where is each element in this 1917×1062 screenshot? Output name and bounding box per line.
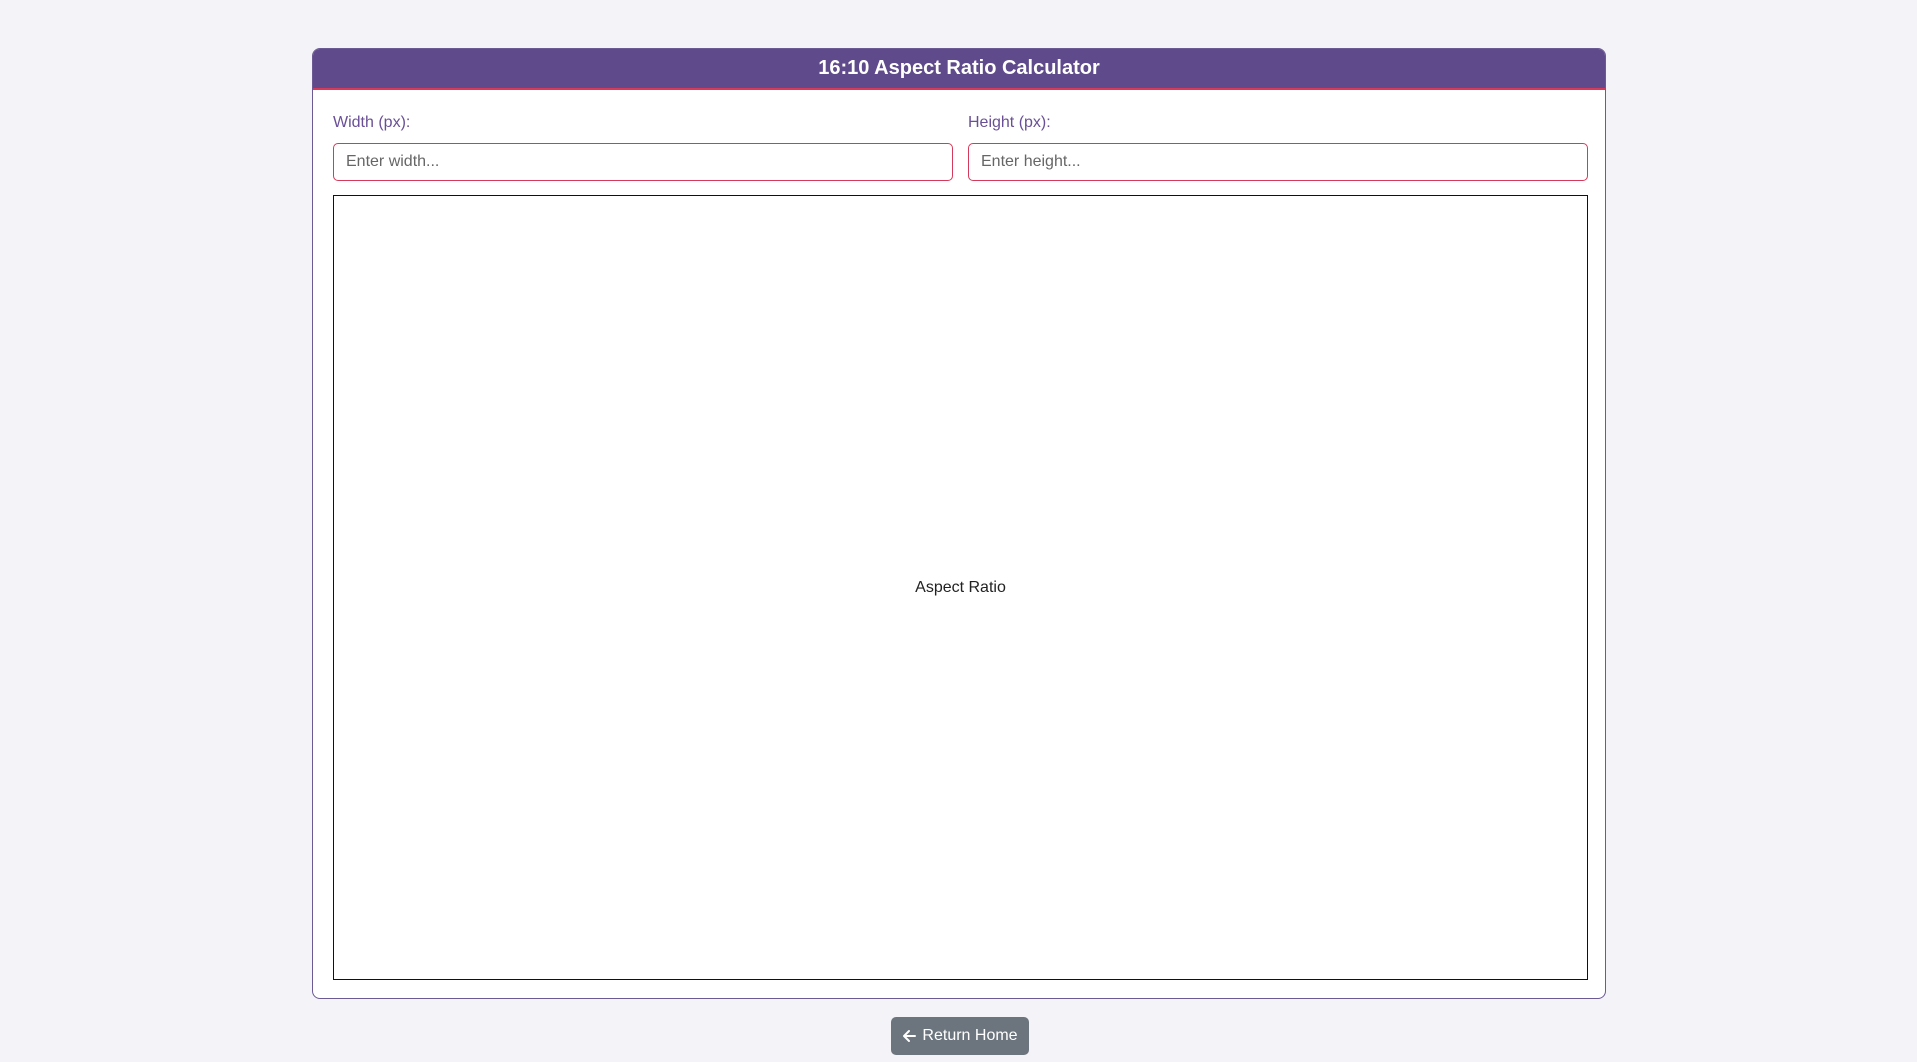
width-field-group: Width (px):	[333, 113, 953, 181]
return-home-button[interactable]: Return Home	[891, 1017, 1029, 1055]
card-header: 16:10 Aspect Ratio Calculator	[313, 49, 1605, 90]
aspect-ratio-preview: Aspect Ratio	[333, 195, 1588, 980]
height-label: Height (px):	[968, 114, 1051, 131]
height-field-group: Height (px):	[968, 113, 1588, 181]
width-input[interactable]	[333, 143, 953, 181]
page-title: 16:10 Aspect Ratio Calculator	[818, 57, 1100, 79]
calculator-card: 16:10 Aspect Ratio Calculator Width (px)…	[312, 48, 1606, 999]
return-home-label: Return Home	[922, 1027, 1018, 1044]
aspect-ratio-preview-label: Aspect Ratio	[915, 578, 1006, 596]
width-label: Width (px):	[333, 114, 411, 131]
height-input[interactable]	[968, 143, 1588, 181]
arrow-left-icon	[902, 1029, 917, 1043]
